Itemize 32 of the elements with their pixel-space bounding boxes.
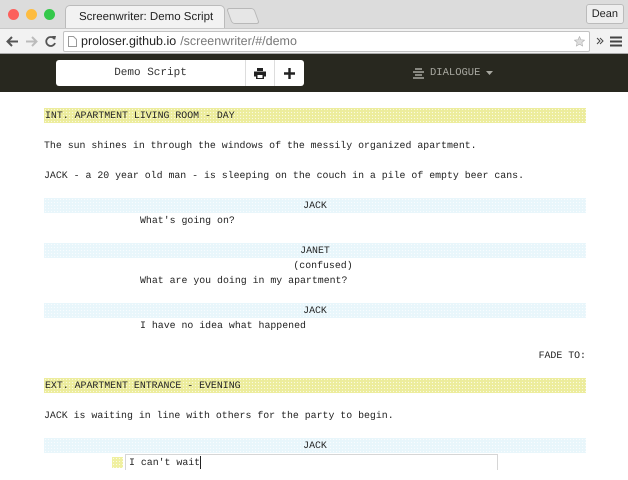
extensions-icon[interactable] xyxy=(596,37,604,45)
menu-icon[interactable] xyxy=(610,36,622,46)
character-name: JACK xyxy=(44,438,586,453)
action-text: JACK - a 20 year old man - is sleeping on the couch in a pile of empty beer cans. xyxy=(44,169,526,183)
reload-icon[interactable] xyxy=(44,34,57,48)
browser-tab[interactable]: Screenwriter: Demo Script xyxy=(65,5,225,28)
back-icon[interactable] xyxy=(6,34,19,48)
character-name: JANET xyxy=(44,243,586,258)
plus-icon xyxy=(284,68,295,78)
dialogue-text: I have no idea what happened xyxy=(139,319,307,333)
add-button[interactable] xyxy=(275,60,304,86)
parenthetical-text: (confused) xyxy=(292,259,354,273)
caret-icon xyxy=(486,71,494,75)
transition-text: FADE TO: xyxy=(538,349,586,363)
character-name: JACK xyxy=(44,303,586,318)
element-type-dropdown[interactable]: DIALOGUE xyxy=(411,65,496,81)
lines-icon xyxy=(413,68,424,78)
scene-heading: EXT. APARTMENT ENTRANCE - EVENING xyxy=(44,378,586,393)
page-icon xyxy=(68,36,77,46)
action-text: The sun shines in through the windows of the messily organized apartment. xyxy=(44,139,478,153)
script-title-field[interactable]: Demo Script xyxy=(56,60,246,86)
scene-heading: INT. APARTMENT LIVING ROOM - DAY xyxy=(44,108,586,123)
dialogue-text: What are you doing in my apartment? xyxy=(139,274,348,288)
profile-button[interactable]: Dean xyxy=(586,4,624,24)
star-icon[interactable] xyxy=(574,36,585,46)
dialogue-text: What's going on? xyxy=(139,214,236,228)
line-marker-icon xyxy=(112,457,123,468)
printer-icon xyxy=(254,68,266,78)
action-text: JACK is waiting in line with others for the party to begin. xyxy=(44,409,395,423)
print-button[interactable] xyxy=(246,60,275,86)
character-name: JACK xyxy=(44,198,586,213)
address-bar[interactable]: proloser.github.io /screenwriter/#/demo xyxy=(63,30,590,52)
